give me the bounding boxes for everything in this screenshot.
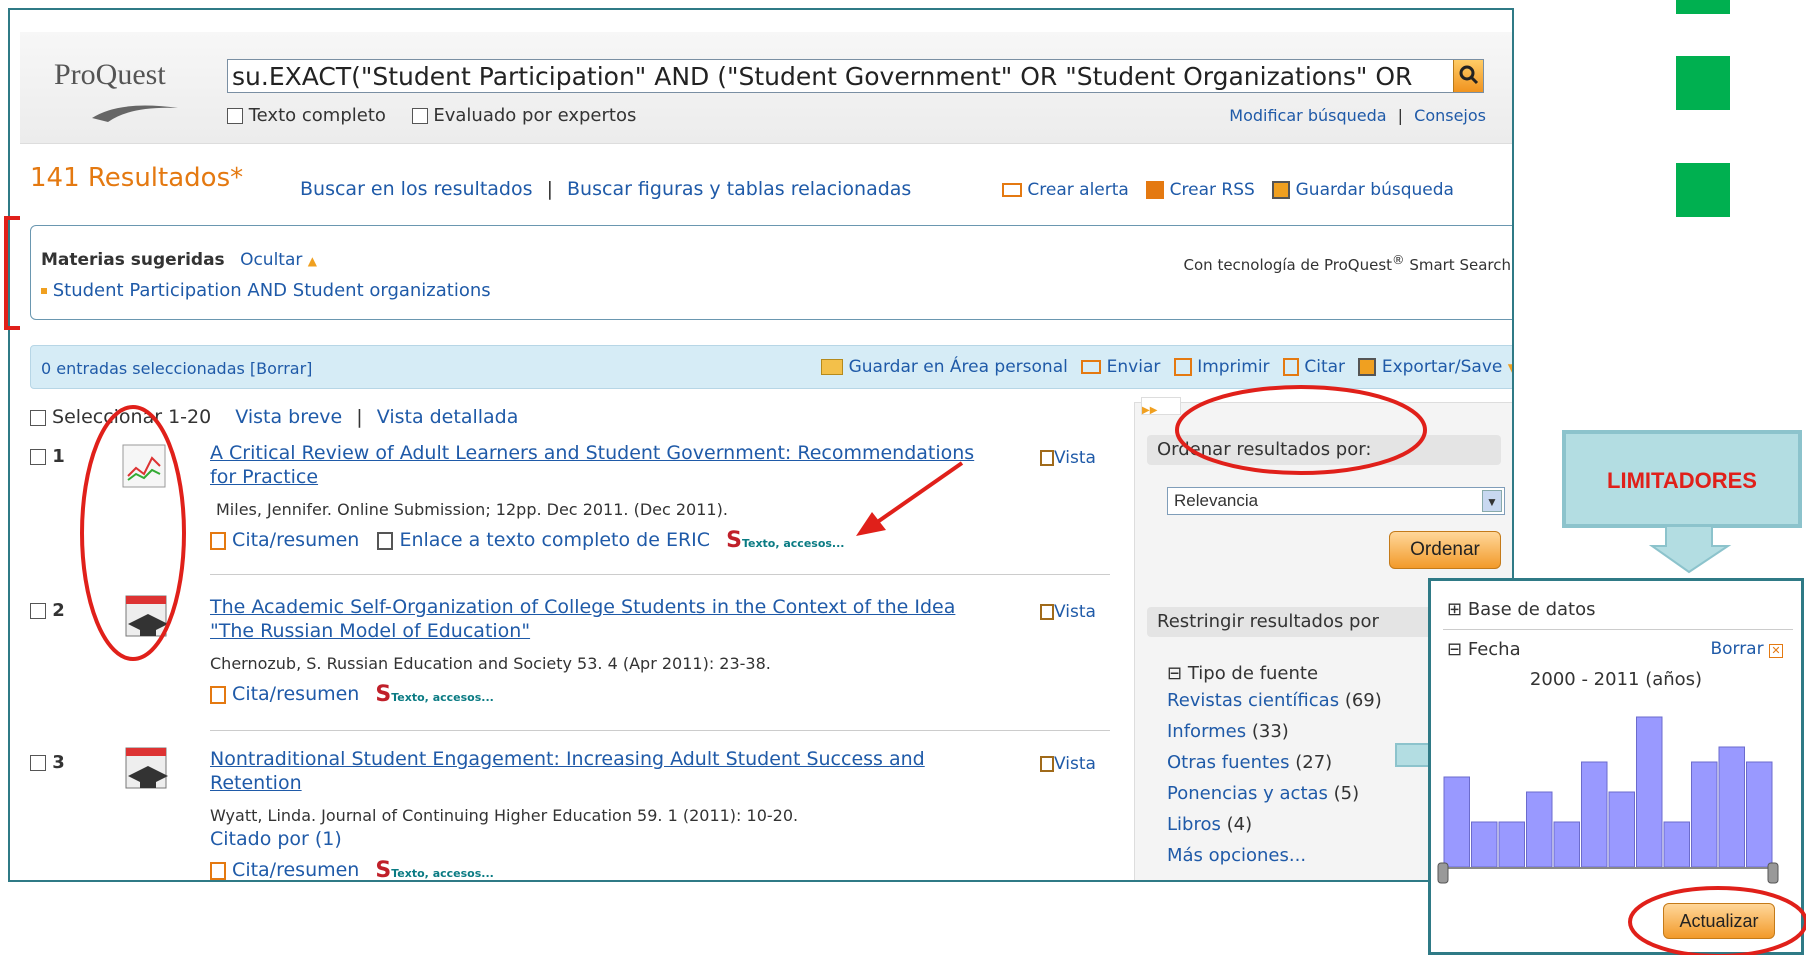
circle-icons bbox=[80, 405, 186, 661]
circle-update bbox=[1628, 886, 1806, 955]
arrow-head bbox=[856, 512, 886, 536]
bracket-mark bbox=[4, 216, 20, 330]
arrow-line bbox=[874, 461, 964, 525]
annotations bbox=[4, 216, 1806, 955]
circle-sort bbox=[1175, 385, 1427, 475]
